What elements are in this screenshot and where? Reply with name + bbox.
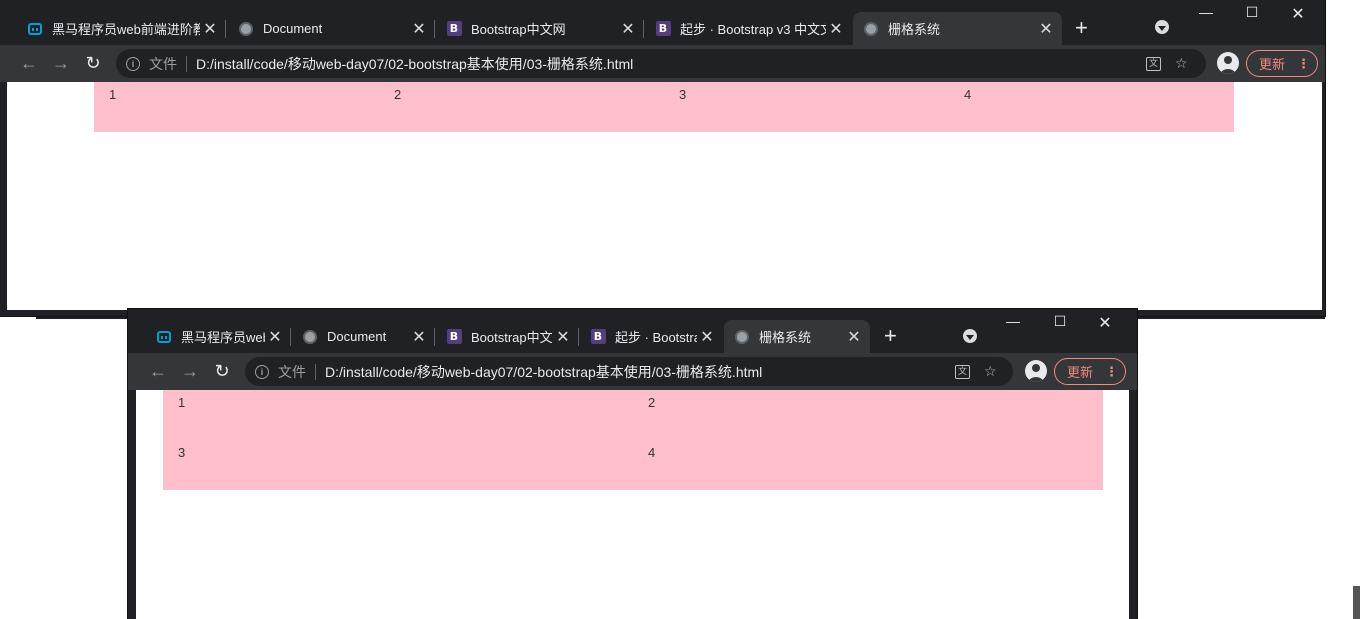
translate-icon[interactable]: 文 bbox=[1146, 56, 1161, 71]
browser-toolbar: ← → ↻ i 文件 D:/install/code/移动web-day07/0… bbox=[0, 45, 1325, 82]
close-icon[interactable]: ✕ bbox=[844, 327, 864, 347]
more-menu-icon[interactable]: ⋮ bbox=[1105, 364, 1118, 380]
browser-window-narrow: 黑马程序员web前端进阶教 ✕ Document ✕ B Bootstrap中文… bbox=[128, 309, 1137, 619]
grid-cell: 2 bbox=[648, 395, 656, 410]
profile-avatar-icon[interactable] bbox=[1217, 52, 1239, 74]
close-icon[interactable]: ✕ bbox=[409, 19, 429, 39]
close-icon[interactable]: ✕ bbox=[409, 327, 429, 347]
update-button[interactable]: 更新 ⋮ bbox=[1054, 358, 1127, 385]
url-text[interactable]: D:/install/code/移动web-day07/02-bootstrap… bbox=[325, 362, 762, 382]
tab-title: 栅格系统 bbox=[888, 22, 941, 37]
update-label: 更新 bbox=[1067, 365, 1094, 380]
more-menu-icon[interactable]: ⋮ bbox=[1297, 56, 1310, 72]
tab-title: Document bbox=[327, 329, 387, 344]
close-icon[interactable]: ✕ bbox=[553, 327, 573, 347]
bootstrap-icon: B bbox=[590, 329, 606, 345]
tab-title: 栅格系统 bbox=[759, 330, 812, 345]
browser-toolbar: ← → ↻ i 文件 D:/install/code/移动web-day07/0… bbox=[128, 353, 1137, 390]
back-arrow-icon[interactable]: ← bbox=[17, 51, 41, 75]
bookmark-star-icon[interactable]: ☆ bbox=[984, 363, 997, 380]
globe-icon bbox=[302, 329, 318, 345]
tab-grid-system[interactable]: 栅格系统 ✕ bbox=[724, 320, 870, 353]
close-window-icon[interactable]: ✕ bbox=[1095, 313, 1115, 333]
background-editor-strip bbox=[1137, 316, 1325, 319]
translate-icon[interactable]: 文 bbox=[955, 364, 970, 379]
close-icon[interactable]: ✕ bbox=[1036, 19, 1056, 39]
tab-title: Bootstrap中文网 bbox=[471, 22, 566, 37]
grid-cell: 4 bbox=[964, 87, 972, 102]
tab-bootstrap-cn[interactable]: B Bootstrap中文网 ✕ bbox=[436, 320, 579, 353]
tab-strip: 黑马程序员web前端进阶教 ✕ Document ✕ B Bootstrap中文… bbox=[128, 309, 1137, 353]
tab-title: Document bbox=[263, 21, 323, 36]
forward-arrow-icon[interactable]: → bbox=[49, 51, 73, 75]
new-tab-button[interactable]: + bbox=[1075, 14, 1088, 42]
tab-grid-system[interactable]: 栅格系统 ✕ bbox=[853, 12, 1062, 45]
bookmark-star-icon[interactable]: ☆ bbox=[1175, 55, 1188, 72]
bilibili-icon bbox=[27, 21, 43, 37]
tab-heima-video[interactable]: 黑马程序员web前端进阶教 ✕ bbox=[17, 12, 226, 45]
tab-document[interactable]: Document ✕ bbox=[228, 12, 435, 45]
back-arrow-icon[interactable]: ← bbox=[146, 359, 170, 383]
close-icon[interactable]: ✕ bbox=[265, 327, 285, 347]
forward-arrow-icon[interactable]: → bbox=[178, 359, 202, 383]
background-scrollbar[interactable] bbox=[1353, 586, 1360, 619]
background-editor-strip bbox=[36, 316, 128, 319]
scheme-label: 文件 bbox=[149, 55, 177, 72]
browser-window-wide: 黑马程序员web前端进阶教 ✕ Document ✕ B Bootstrap中文… bbox=[0, 0, 1325, 316]
tab-getting-started[interactable]: B 起步 · Bootstrap v3 中文文 ✕ bbox=[580, 320, 723, 353]
address-bar[interactable]: i 文件 D:/install/code/移动web-day07/02-boot… bbox=[245, 357, 1013, 386]
tab-bootstrap-cn[interactable]: B Bootstrap中文网 ✕ bbox=[436, 12, 644, 45]
tab-heima-video[interactable]: 黑马程序员web前端进阶教 ✕ bbox=[146, 320, 291, 353]
tab-search-icon[interactable] bbox=[1155, 20, 1169, 34]
info-icon[interactable]: i bbox=[255, 364, 269, 379]
tab-title: Bootstrap中文网 bbox=[471, 330, 553, 345]
grid-cell: 1 bbox=[178, 395, 186, 410]
close-icon[interactable]: ✕ bbox=[826, 19, 846, 39]
scheme-label: 文件 bbox=[278, 363, 306, 380]
update-label: 更新 bbox=[1259, 57, 1286, 72]
minimize-icon[interactable]: — bbox=[1003, 313, 1023, 329]
update-button[interactable]: 更新 ⋮ bbox=[1246, 50, 1319, 77]
page-viewport: 1 2 3 4 bbox=[136, 390, 1129, 619]
tab-getting-started[interactable]: B 起步 · Bootstrap v3 中文文 ✕ bbox=[645, 12, 852, 45]
profile-avatar-icon[interactable] bbox=[1025, 360, 1047, 382]
bootstrap-icon: B bbox=[446, 21, 462, 37]
grid-cell: 1 bbox=[109, 87, 117, 102]
tab-document[interactable]: Document ✕ bbox=[292, 320, 435, 353]
url-text[interactable]: D:/install/code/移动web-day07/02-bootstrap… bbox=[196, 54, 633, 74]
grid-cell: 3 bbox=[178, 445, 186, 460]
grid-cell: 4 bbox=[648, 445, 656, 460]
tab-search-icon[interactable] bbox=[963, 329, 977, 343]
address-bar[interactable]: i 文件 D:/install/code/移动web-day07/02-boot… bbox=[116, 49, 1206, 78]
tab-title: 黑马程序员web前端进阶教 bbox=[52, 22, 200, 37]
globe-icon bbox=[734, 329, 750, 345]
tab-title: 起步 · Bootstrap v3 中文文 bbox=[615, 330, 697, 345]
grid-row: 1 2 3 4 bbox=[163, 390, 1103, 490]
page-viewport: 1 2 3 4 bbox=[7, 82, 1322, 310]
grid-cell: 2 bbox=[394, 87, 402, 102]
globe-icon bbox=[238, 21, 254, 37]
tab-strip: 黑马程序员web前端进阶教 ✕ Document ✕ B Bootstrap中文… bbox=[0, 0, 1325, 45]
close-window-icon[interactable]: ✕ bbox=[1288, 4, 1308, 24]
bilibili-icon bbox=[156, 329, 172, 345]
close-icon[interactable]: ✕ bbox=[618, 19, 638, 39]
close-icon[interactable]: ✕ bbox=[200, 19, 220, 39]
bootstrap-icon: B bbox=[446, 329, 462, 345]
globe-icon bbox=[863, 21, 879, 37]
minimize-icon[interactable]: — bbox=[1196, 4, 1216, 20]
maximize-icon[interactable]: ☐ bbox=[1050, 313, 1070, 330]
reload-icon[interactable]: ↻ bbox=[210, 359, 234, 383]
reload-icon[interactable]: ↻ bbox=[81, 51, 105, 75]
maximize-icon[interactable]: ☐ bbox=[1242, 4, 1262, 21]
tab-title: 黑马程序员web前端进阶教 bbox=[181, 330, 265, 345]
bootstrap-icon: B bbox=[655, 21, 671, 37]
close-icon[interactable]: ✕ bbox=[697, 327, 717, 347]
grid-row: 1 2 3 4 bbox=[94, 82, 1234, 132]
grid-cell: 3 bbox=[679, 87, 687, 102]
info-icon[interactable]: i bbox=[126, 56, 140, 71]
tab-title: 起步 · Bootstrap v3 中文文 bbox=[680, 22, 826, 37]
new-tab-button[interactable]: + bbox=[884, 322, 897, 350]
